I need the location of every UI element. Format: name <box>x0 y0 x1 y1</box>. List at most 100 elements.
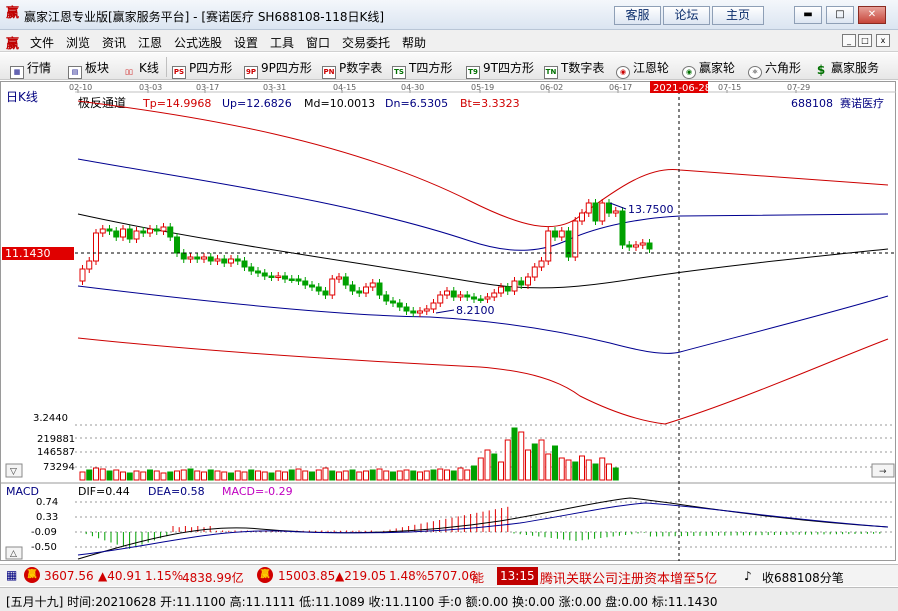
volume-bar-up <box>363 470 369 481</box>
tb-kline[interactable]: ▯▯ K线 <box>122 59 159 76</box>
menu-file[interactable]: 文件 <box>30 34 54 51</box>
cursor-date-label: 2021-06-28 <box>653 83 711 94</box>
tb-p-table[interactable]: PN P数字表 <box>322 59 382 79</box>
menu-formula[interactable]: 公式选股 <box>174 34 222 51</box>
candle-body-up <box>639 242 646 246</box>
candle-body-up <box>437 294 444 304</box>
volume-bar-down <box>450 470 457 481</box>
candle-body-down <box>288 278 295 281</box>
candle-body-down <box>403 306 410 312</box>
candle-body-down <box>518 280 525 286</box>
tb-9t-square[interactable]: T9 9T四方形 <box>466 59 534 79</box>
volume-bar-up <box>585 459 592 481</box>
tb-sector[interactable]: ▤ 板块 <box>68 59 109 79</box>
candle-body-up <box>444 290 450 296</box>
volume-bar-up <box>356 471 363 481</box>
tb-t-square[interactable]: TS T四方形 <box>392 59 452 79</box>
menu-window[interactable]: 窗口 <box>306 34 330 51</box>
menu-gann[interactable]: 江恩 <box>138 34 162 51</box>
candle-body-up <box>531 266 538 278</box>
tb-quotes[interactable]: ▦ 行情 <box>10 59 51 79</box>
t9-icon: T9 <box>466 66 480 79</box>
news-headline[interactable]: 腾讯关联公司注册资本增至5亿 <box>540 568 717 587</box>
sound-icon[interactable]: ♪ <box>744 569 752 583</box>
volume-bar-up <box>599 457 606 481</box>
volume-bar-up <box>417 471 423 481</box>
candle-body-down <box>383 294 390 302</box>
volume-bar-up <box>342 470 349 481</box>
tb-hexagon[interactable]: ⚛ 六角形 <box>748 59 801 79</box>
volume-bar-up <box>79 471 86 481</box>
gann-wheel-icon: ◉ <box>616 66 630 79</box>
volume-bar-up <box>376 468 383 481</box>
grid-icon[interactable]: ▦ <box>6 568 17 582</box>
menu-tools[interactable]: 工具 <box>270 34 294 51</box>
volume-bar-down <box>511 427 518 481</box>
tb-winner-wheel[interactable]: ◉ 赢家轮 <box>682 59 735 79</box>
menu-help[interactable]: 帮助 <box>402 34 426 51</box>
tb-9p-square[interactable]: 9P 9P四方形 <box>244 59 312 79</box>
date-tick-label: 07-15 <box>718 83 741 92</box>
volume-bar-up <box>518 431 525 481</box>
volume-bar-up <box>99 468 106 481</box>
mdi-restore-button[interactable]: □ <box>858 34 872 47</box>
candle-body-up <box>633 244 639 248</box>
volume-bar-up <box>457 467 464 481</box>
kline-chart[interactable]: 02-10 03-03 03-17 03-31 04-15 04-30 05-19 06-02… <box>0 81 898 561</box>
candle-body-up <box>585 202 592 214</box>
mdi-close-button[interactable]: x <box>876 34 890 47</box>
forum-button[interactable]: 论坛 <box>663 6 710 25</box>
sz-index-change: ▲219.05 <box>335 569 387 583</box>
volume-bar-up <box>160 472 167 481</box>
tb-t-table[interactable]: TN T数字表 <box>544 59 604 79</box>
candle-body-down <box>167 226 174 238</box>
volume-bar-up <box>214 470 221 481</box>
date-tick-label: 04-15 <box>333 83 356 92</box>
minimize-button[interactable]: ▬ <box>794 6 822 24</box>
candle-body-down <box>376 282 383 296</box>
macd-title: MACD <box>6 485 39 498</box>
candle-body-up <box>525 276 531 286</box>
candlestick-icon: ▯▯ <box>125 68 133 76</box>
tb-p-square[interactable]: PS P四方形 <box>172 59 232 79</box>
channel-middle-line <box>77 213 889 289</box>
candle-body-down <box>153 228 160 232</box>
stock-name: 赛诺医疗 <box>840 96 884 110</box>
date-tick-label: 04-30 <box>401 83 424 92</box>
doc-logo-icon: 赢 <box>6 37 20 52</box>
mdi-minimize-button[interactable]: _ <box>842 34 856 47</box>
close-button[interactable]: ✕ <box>858 6 886 24</box>
tb-service[interactable]: $ 赢家服务 <box>814 59 879 76</box>
volume-bar-down <box>106 470 113 481</box>
ticker-bar: ▦ 赢 3607.56 ▲40.91 1.15% 4838.99亿 赢 1500… <box>0 564 898 587</box>
volume-bar-up <box>538 439 545 481</box>
toolbar-separator <box>166 57 167 77</box>
volume-bar-down <box>491 453 498 481</box>
tb-gann-wheel[interactable]: ◉ 江恩轮 <box>616 59 669 79</box>
candle-body-down <box>342 276 349 286</box>
volume-bar-up <box>234 470 241 481</box>
volume-bar-up <box>194 470 201 481</box>
candle-body-down <box>194 256 201 260</box>
candle-body-down <box>255 270 261 274</box>
maximize-button[interactable]: □ <box>826 6 854 24</box>
volume-bar-up <box>153 470 160 481</box>
tn-icon: TN <box>544 66 558 79</box>
menu-settings[interactable]: 设置 <box>234 34 258 51</box>
service-button[interactable]: 客服 <box>614 6 661 25</box>
homepage-button[interactable]: 主页 <box>712 6 764 25</box>
candlesticks <box>79 199 653 317</box>
volume-bar-up <box>396 470 403 481</box>
volume-bar-up <box>241 471 248 481</box>
candle-body-down <box>390 300 396 304</box>
macd-histogram <box>85 506 881 549</box>
candle-body-down <box>295 278 302 282</box>
watch-label[interactable]: 收688108分笔 <box>762 569 844 586</box>
volume-bar-up <box>504 439 511 481</box>
menu-info[interactable]: 资讯 <box>102 34 126 51</box>
candle-body-up <box>457 294 464 298</box>
menu-browse[interactable]: 浏览 <box>66 34 90 51</box>
candle-body-up <box>498 286 504 294</box>
kline-chart-area[interactable]: 02-10 03-03 03-17 03-31 04-15 04-30 05-19 06-02… <box>0 81 898 561</box>
menu-trade[interactable]: 交易委托 <box>342 34 390 51</box>
